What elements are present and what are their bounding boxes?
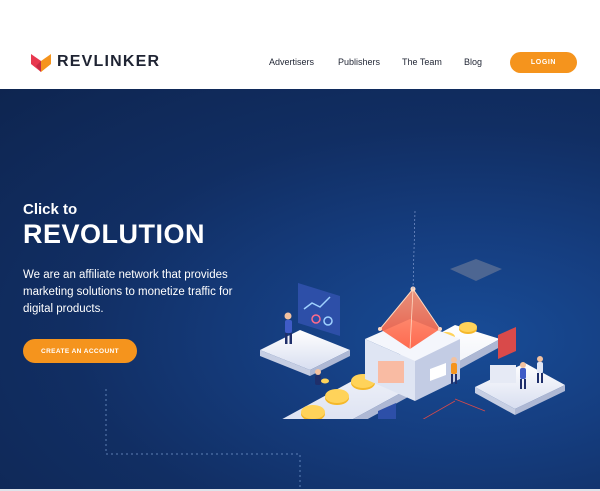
nav-the-team[interactable]: The Team <box>402 57 442 67</box>
hero-kicker: Click to <box>23 201 78 218</box>
hero-title: REVOLUTION <box>23 219 206 249</box>
left-platform <box>260 330 350 370</box>
hero-description: We are an affiliate network that provide… <box>23 269 233 315</box>
login-button[interactable]: LOGIN <box>510 52 577 73</box>
nav-publishers[interactable]: Publishers <box>338 57 380 67</box>
hero-section: Click to REVOLUTION We are an affiliate … <box>0 89 600 491</box>
isometric-illustration <box>260 210 565 419</box>
nav-blog[interactable]: Blog <box>464 57 482 67</box>
floating-tile <box>450 259 502 281</box>
brand-name: REVLINKER <box>57 53 161 70</box>
nav-advertisers[interactable]: Advertisers <box>269 57 314 67</box>
brand-logo[interactable]: REVLINKER <box>30 51 160 73</box>
revlinker-logo-icon <box>31 54 51 72</box>
site-header: REVLINKER Advertisers Publishers The Tea… <box>0 0 600 89</box>
chart-screen-icon <box>298 283 340 336</box>
create-account-button[interactable]: CREATE AN ACCOUNT <box>23 339 137 363</box>
